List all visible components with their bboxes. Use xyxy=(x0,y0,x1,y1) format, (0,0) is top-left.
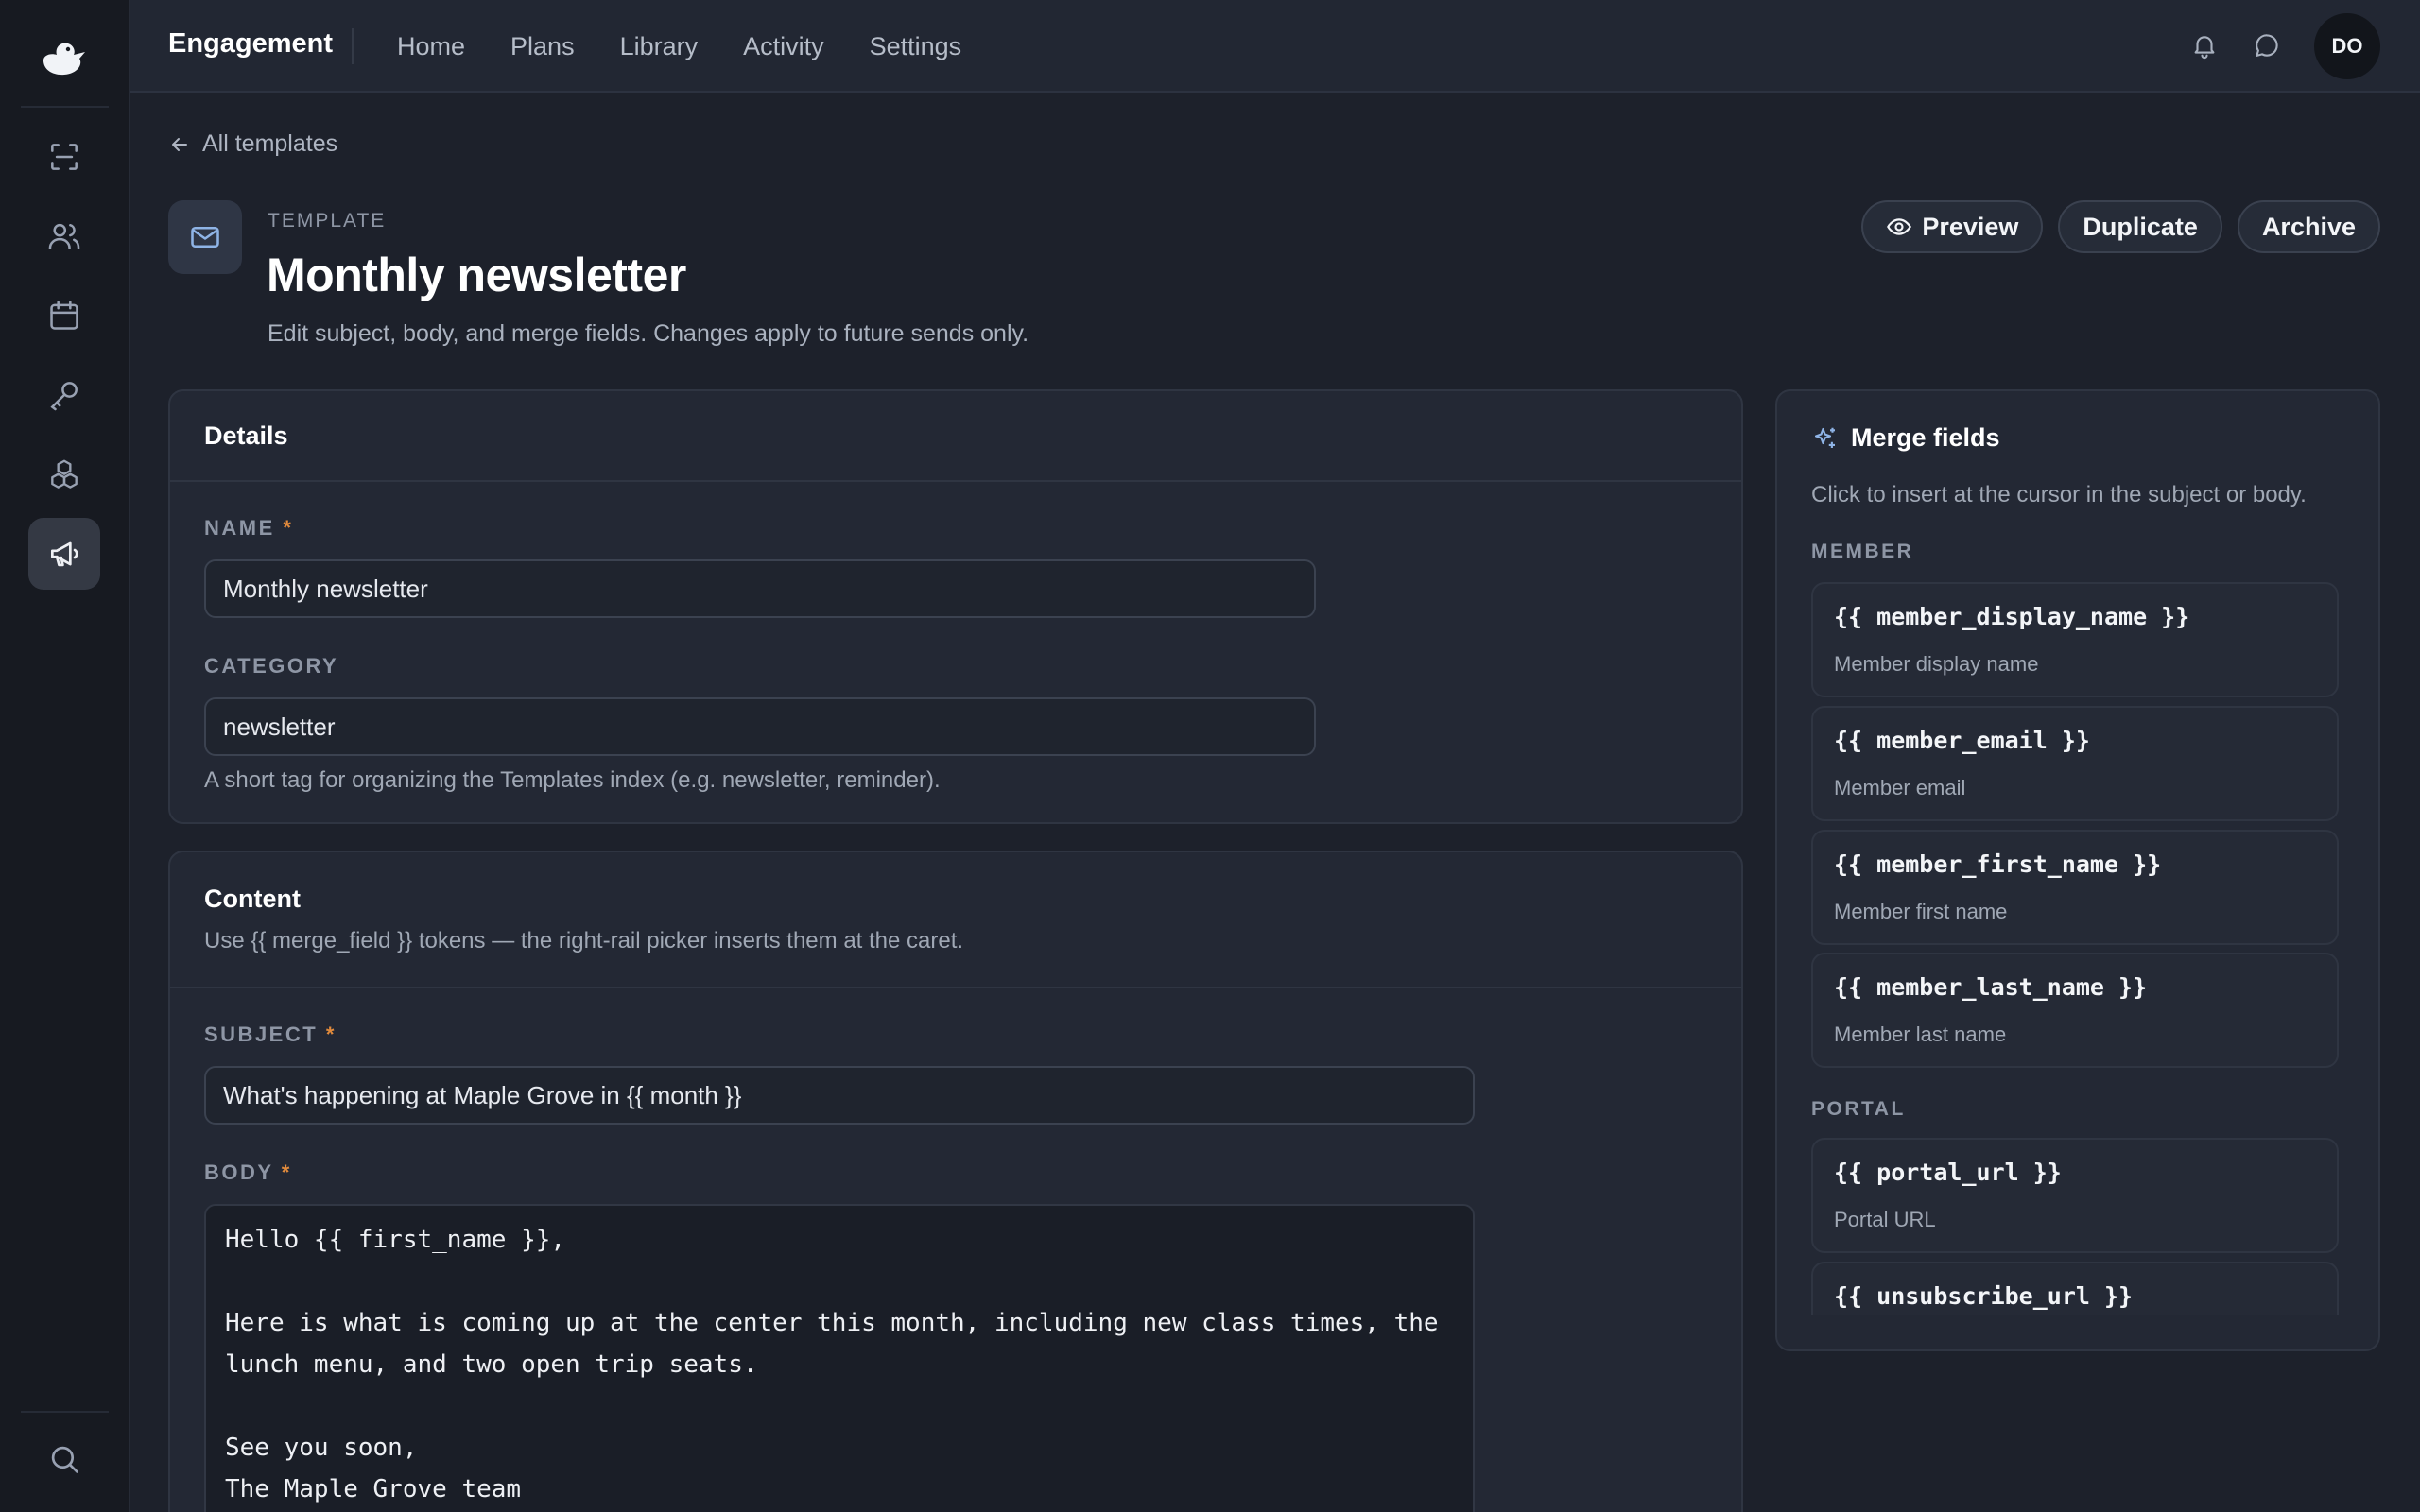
chat-icon[interactable] xyxy=(2248,26,2286,64)
group-label-member: MEMBER xyxy=(1811,541,1914,562)
merge-field-label: Member last name xyxy=(1834,1022,2007,1046)
duplicate-button[interactable]: Duplicate xyxy=(2058,200,2222,253)
merge-field-label: Member display name xyxy=(1834,652,2039,676)
scan-icon[interactable] xyxy=(28,121,100,193)
header-actions: Preview Duplicate Archive xyxy=(1861,200,2380,253)
title-divider xyxy=(352,28,354,64)
rail-divider xyxy=(21,1411,109,1413)
card-divider xyxy=(170,480,1741,482)
nav-plans[interactable]: Plans xyxy=(510,28,575,64)
main-nav: Home Plans Library Activity Settings xyxy=(397,28,1007,64)
subject-label: SUBJECT * xyxy=(204,1022,337,1046)
required-marker: * xyxy=(281,1160,292,1184)
nav-activity[interactable]: Activity xyxy=(743,28,824,64)
body-textarea[interactable]: Hello {{ first_name }}, Here is what is … xyxy=(204,1204,1475,1512)
avatar[interactable]: DO xyxy=(2314,13,2380,79)
content-description: Use {{ merge_field }} tokens — the right… xyxy=(204,928,964,954)
arrow-left-icon xyxy=(172,137,187,151)
details-card: Details NAME * Monthly newsletter CATEGO… xyxy=(168,389,1743,824)
merge-field-code: {{ member_display_name }} xyxy=(1834,603,2190,630)
nav-home[interactable]: Home xyxy=(397,28,465,64)
required-marker: * xyxy=(325,1022,337,1046)
merge-field-code: {{ unsubscribe_url }} xyxy=(1834,1282,2134,1310)
card-divider xyxy=(170,987,1741,988)
subject-input[interactable]: What's happening at Maple Grove in {{ mo… xyxy=(204,1066,1475,1125)
merge-field-code: {{ member_last_name }} xyxy=(1834,973,2148,1001)
megaphone-icon[interactable] xyxy=(28,518,100,590)
merge-field-item[interactable]: {{ portal_url }} Portal URL xyxy=(1811,1138,2339,1253)
key-icon[interactable] xyxy=(28,359,100,431)
merge-fields-description: Click to insert at the cursor in the sub… xyxy=(1811,482,2307,507)
content-card: Content Use {{ merge_field }} tokens — t… xyxy=(168,850,1743,1512)
bell-icon[interactable] xyxy=(2186,26,2223,64)
group-label-portal: PORTAL xyxy=(1811,1098,1906,1120)
portal-field-list: {{ portal_url }} Portal URL {{ unsubscri… xyxy=(1777,1138,2378,1315)
merge-field-code: {{ member_email }} xyxy=(1834,727,2090,754)
merge-fields-panel: Merge fields Click to insert at the curs… xyxy=(1775,389,2380,1351)
boxes-icon[interactable] xyxy=(28,438,100,510)
portal-field-items: {{ portal_url }} Portal URL {{ unsubscri… xyxy=(1811,1138,2339,1315)
back-to-templates-link[interactable]: All templates xyxy=(168,130,337,158)
top-bar: Engagement Home Plans Library Activity S… xyxy=(130,0,2420,93)
merge-fields-title: Merge fields xyxy=(1851,423,2000,452)
page-eyebrow: TEMPLATE xyxy=(268,210,387,232)
preview-button[interactable]: Preview xyxy=(1861,200,2044,253)
merge-field-code: {{ member_first_name }} xyxy=(1834,850,2162,878)
category-label: CATEGORY xyxy=(204,654,339,678)
app-logo-icon[interactable] xyxy=(36,36,93,83)
merge-field-item[interactable]: {{ member_last_name }} Member last name xyxy=(1811,953,2339,1068)
calendar-icon[interactable] xyxy=(28,280,100,352)
merge-field-label: Member first name xyxy=(1834,900,2008,923)
merge-field-item[interactable]: {{ member_first_name }} Member first nam… xyxy=(1811,830,2339,945)
category-hint: A short tag for organizing the Templates… xyxy=(204,767,941,793)
merge-field-code: {{ portal_url }} xyxy=(1834,1159,2062,1186)
merge-fields-header: Merge fields xyxy=(1811,423,2000,453)
icon-rail xyxy=(0,0,130,1512)
page-title: Monthly newsletter xyxy=(267,249,686,301)
back-link-label: All templates xyxy=(202,130,338,157)
search-icon[interactable] xyxy=(28,1423,100,1495)
eye-icon xyxy=(1887,218,1912,235)
merge-field-label: Portal URL xyxy=(1834,1208,1936,1231)
merge-field-label: Member email xyxy=(1834,776,1966,799)
merge-field-item[interactable]: {{ unsubscribe_url }} xyxy=(1811,1262,2339,1315)
users-icon[interactable] xyxy=(28,200,100,272)
preview-label: Preview xyxy=(1922,212,2019,241)
name-label: NAME * xyxy=(204,516,294,540)
name-input[interactable]: Monthly newsletter xyxy=(204,559,1316,618)
body-label: BODY * xyxy=(204,1160,292,1184)
rail-divider xyxy=(21,106,109,108)
merge-field-item[interactable]: {{ member_email }} Member email xyxy=(1811,706,2339,821)
mail-icon xyxy=(168,200,242,274)
details-title: Details xyxy=(204,421,288,450)
app-title[interactable]: Engagement xyxy=(168,28,333,60)
required-marker: * xyxy=(283,516,294,540)
nav-settings[interactable]: Settings xyxy=(870,28,962,64)
archive-button[interactable]: Archive xyxy=(2237,200,2380,253)
content-title: Content xyxy=(204,885,301,913)
page-subtitle: Edit subject, body, and merge fields. Ch… xyxy=(268,320,1029,347)
merge-field-item[interactable]: {{ member_display_name }} Member display… xyxy=(1811,582,2339,697)
sparkles-icon xyxy=(1814,427,1835,448)
nav-library[interactable]: Library xyxy=(620,28,699,64)
category-input[interactable]: newsletter xyxy=(204,697,1316,756)
